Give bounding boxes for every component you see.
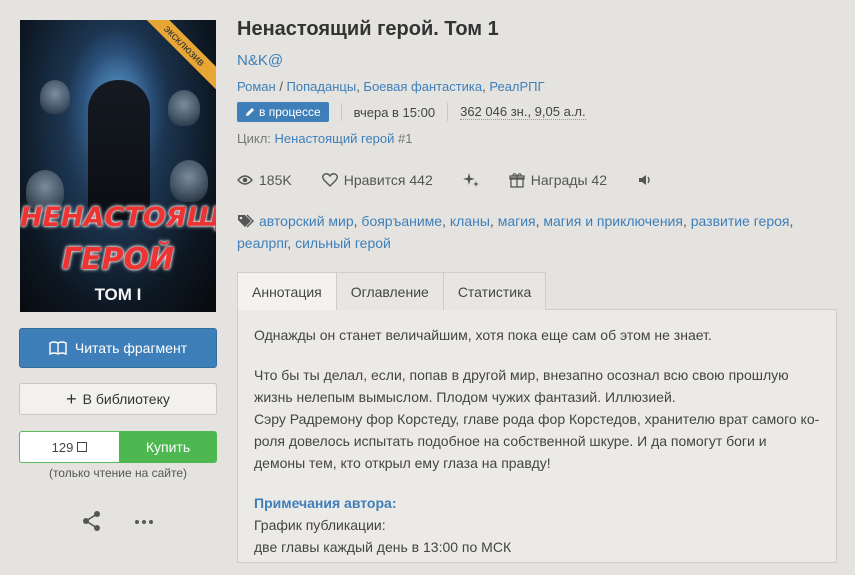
author-link[interactable]: N&K@: [237, 52, 837, 69]
share-icon[interactable]: [81, 510, 103, 532]
tag-link[interactable]: авторский мир: [259, 213, 354, 229]
tag-link[interactable]: магия и приключения: [543, 213, 683, 229]
genre-link[interactable]: Боевая фантастика: [363, 79, 482, 94]
annotation-paragraph: Что бы ты делал, если, попав в другой ми…: [254, 367, 789, 405]
right-column: Ненастоящий герой. Том 1 N&K@ Роман / По…: [237, 18, 837, 563]
speaker-icon: [637, 173, 653, 187]
tag-icon: [237, 214, 255, 228]
add-to-library-button[interactable]: + В библиотеку: [19, 383, 217, 415]
cycle-label: Цикл:: [237, 131, 271, 146]
tag-link[interactable]: кланы: [450, 213, 490, 229]
buy-button[interactable]: Купить: [119, 431, 217, 463]
annotation-panel: Однажды он станет величайшим, хотя пока …: [237, 309, 837, 563]
site-only-note: (только чтение на сайте): [48, 466, 188, 480]
views-count: 185K: [259, 172, 292, 188]
read-fragment-label: Читать фрагмент: [74, 340, 188, 356]
cover-title-line2: ГЕРОЙ: [61, 242, 175, 277]
heart-icon: [321, 173, 338, 187]
author-notes-line: График публикации:: [254, 517, 386, 533]
tag-link[interactable]: магия: [498, 213, 536, 229]
tab-contents[interactable]: Оглавление: [335, 272, 444, 310]
tabs-bar: Аннотация Оглавление Статистика: [237, 272, 837, 310]
audio-button[interactable]: [637, 173, 653, 187]
sparkle-button[interactable]: [462, 172, 479, 188]
genres: Роман / Попаданцы, Боевая фантастика, Ре…: [237, 79, 545, 94]
status-badge: в процессе: [237, 102, 329, 122]
book-title: Ненастоящий герой. Том 1: [237, 18, 499, 40]
tab-annotation[interactable]: Аннотация: [237, 272, 337, 310]
pencil-icon: [245, 107, 255, 117]
cover-skull: [170, 160, 208, 202]
cycle-link[interactable]: Ненастоящий герой: [275, 131, 395, 146]
cover-skull: [40, 80, 70, 114]
status-row: в процессе вчера в 15:00 362 046 зн., 9,…: [237, 102, 837, 122]
divider: [447, 103, 449, 121]
read-fragment-button[interactable]: Читать фрагмент: [19, 328, 217, 368]
cover-skull: [168, 90, 200, 126]
more-options-icon[interactable]: [133, 510, 155, 532]
stats-row: 185K Нравится 442 Награды 42: [237, 172, 837, 188]
book-cover[interactable]: НЕНАСТОЯЩИЙ ГЕРОЙ ТОМ I эксклюзив: [20, 20, 216, 312]
add-to-library-label: В библиотеку: [82, 391, 170, 407]
tag-link[interactable]: сильный герой: [295, 235, 391, 251]
annotation-paragraph: Сэру Радремону фор Корстеду, главе рода …: [254, 411, 820, 471]
status-label: в процессе: [259, 105, 321, 119]
cycle-row: Цикл: Ненастоящий герой #1: [237, 131, 837, 146]
likes-stat[interactable]: Нравится 442: [321, 172, 433, 188]
likes-count: Нравится 442: [343, 172, 433, 188]
buy-row: 129 Купить: [19, 431, 217, 463]
cycle-number: #1: [398, 131, 413, 146]
cover-title-line1: НЕНАСТОЯЩИЙ: [20, 202, 216, 233]
price-value: 129: [51, 439, 74, 455]
eye-icon: [237, 174, 253, 186]
ruble-icon: [77, 442, 88, 452]
genre-link[interactable]: Попаданцы: [287, 79, 357, 94]
author-notes-heading: Примечания автора:: [254, 495, 397, 511]
tag-link[interactable]: реалрпг: [237, 235, 287, 251]
plus-icon: +: [66, 389, 77, 409]
divider: [340, 103, 342, 121]
gift-icon: [509, 172, 525, 188]
sparkle-icon: [462, 172, 479, 188]
left-column: НЕНАСТОЯЩИЙ ГЕРОЙ ТОМ I эксклюзив Читать…: [19, 20, 217, 532]
book-open-icon: [49, 341, 67, 355]
annotation-paragraph: Однажды он станет величайшим, хотя пока …: [254, 327, 712, 343]
cover-figure: [88, 80, 150, 220]
awards-stat[interactable]: Награды 42: [509, 172, 607, 188]
tab-statistics[interactable]: Статистика: [442, 272, 547, 310]
views-stat: 185K: [237, 172, 292, 188]
tag-link[interactable]: бояръаниме: [361, 213, 442, 229]
tag-link[interactable]: развитие героя: [691, 213, 790, 229]
author-notes-line: две главы каждый день в 13:00 по МСК: [254, 539, 512, 555]
price-box: 129: [19, 431, 119, 463]
book-size: 362 046 зн., 9,05 а.л.: [460, 104, 586, 120]
share-row: [19, 510, 217, 532]
awards-count: Награды 42: [530, 172, 608, 188]
tags-list: авторский мир, бояръаниме, кланы, магия,…: [237, 213, 794, 251]
genre-form: Роман: [237, 79, 276, 94]
cover-volume: ТОМ I: [94, 285, 142, 304]
genre-link[interactable]: РеалРПГ: [489, 79, 544, 94]
updated-time: вчера в 15:00: [353, 104, 436, 120]
